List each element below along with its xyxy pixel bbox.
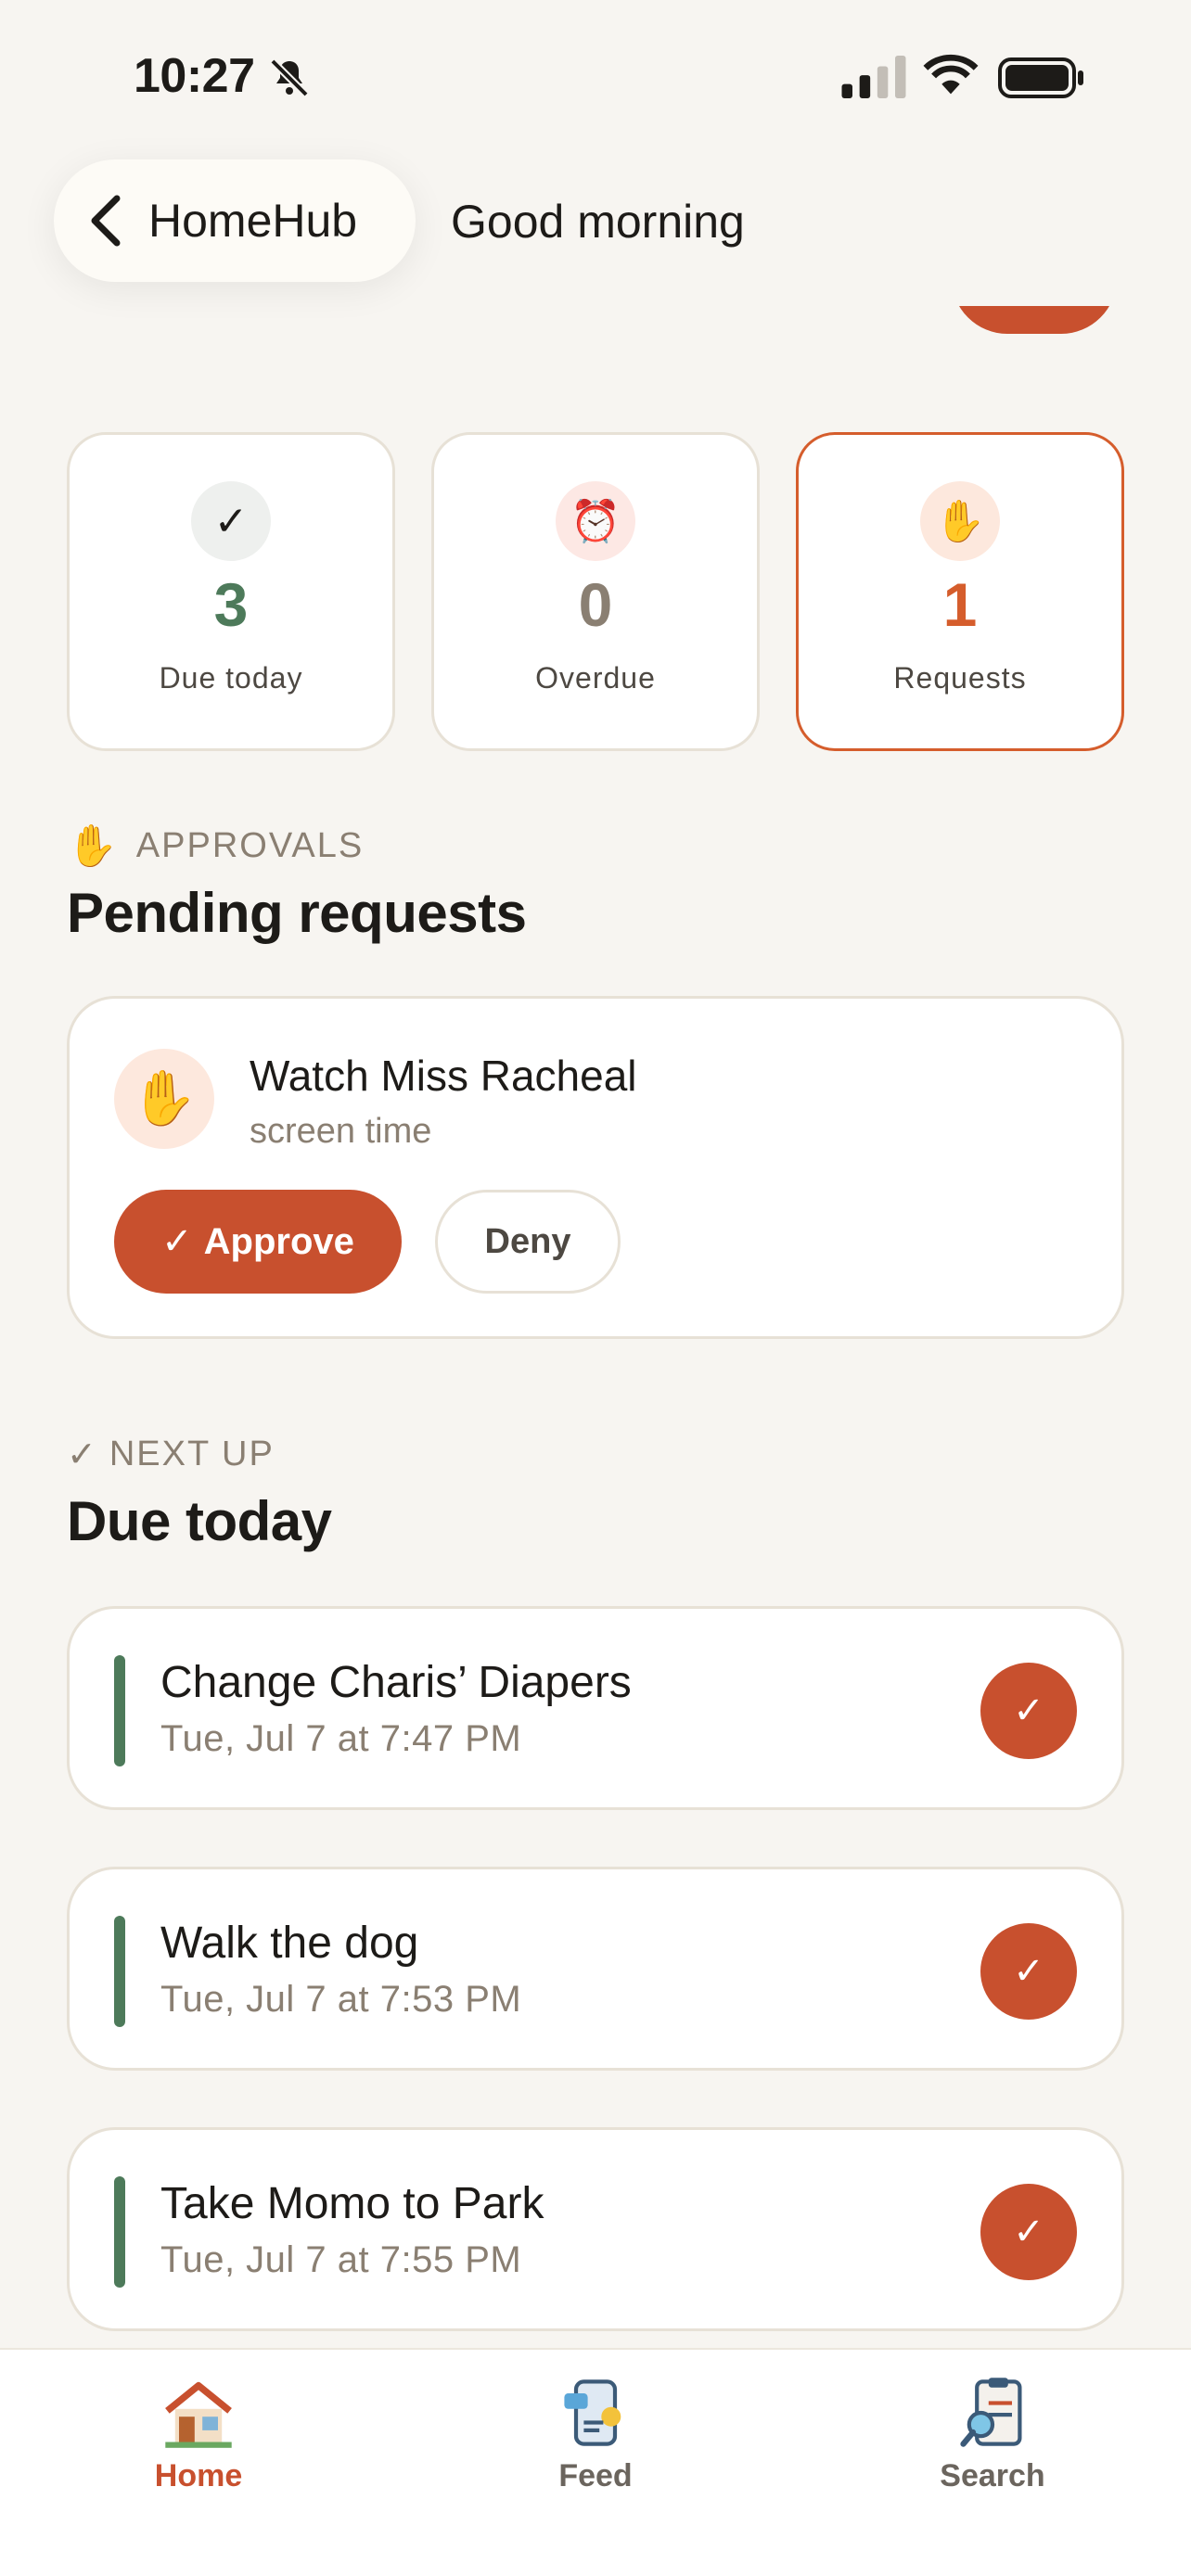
page-title: Good morning: [451, 196, 745, 248]
task-card[interactable]: Take Momo to Park Tue, Jul 7 at 7:55 PM …: [67, 2127, 1124, 2331]
next-up-eyebrow: ✓ NEXT UP: [67, 1434, 275, 1475]
task-accent-bar: [114, 2176, 125, 2288]
request-title: Watch Miss Racheal: [250, 1052, 637, 1100]
stat-value: 3: [213, 570, 249, 639]
bell-muted-icon: [270, 58, 309, 97]
task-title: Take Momo to Park: [160, 2179, 544, 2228]
tab-bar: Home Feed Search: [0, 2348, 1191, 2576]
task-title: Change Charis’ Diapers: [160, 1658, 632, 1707]
tab-label: Feed: [558, 2458, 633, 2493]
task-card[interactable]: Walk the dog Tue, Jul 7 at 7:53 PM ✓: [67, 1867, 1124, 2071]
deny-button[interactable]: Deny: [435, 1190, 621, 1294]
home-screen: 10:27 HomeHub Good morning ✓ 3 Due today: [0, 0, 1191, 2576]
stat-value: 0: [578, 570, 613, 639]
feed-phone-icon: [564, 2379, 621, 2446]
section-title-due-today: Due today: [67, 1490, 332, 1552]
task-time: Tue, Jul 7 at 7:53 PM: [160, 1979, 522, 2020]
task-accent-bar: [114, 1916, 125, 2027]
stat-label: Requests: [893, 661, 1027, 695]
approve-button[interactable]: ✓ Approve: [114, 1190, 402, 1294]
search-clipboard-icon: [960, 2378, 1022, 2447]
checkmark-icon: ✓: [67, 1435, 98, 1474]
raised-hand-icon: ✋: [114, 1049, 214, 1149]
stat-value: 1: [942, 570, 978, 639]
approvals-eyebrow: ✋ APPROVALS: [67, 822, 364, 870]
complete-task-button[interactable]: ✓: [980, 2184, 1077, 2280]
alarm-clock-icon: ⏰: [556, 481, 635, 561]
cellular-signal-icon: [841, 56, 906, 98]
battery-icon: [998, 57, 1083, 98]
tab-home[interactable]: Home: [96, 2374, 301, 2494]
checkmark-icon: ✓: [161, 1221, 193, 1262]
tab-label: Home: [154, 2458, 243, 2493]
stat-card-requests[interactable]: ✋ 1 Requests: [796, 432, 1124, 751]
back-button[interactable]: HomeHub: [54, 159, 416, 282]
task-time: Tue, Jul 7 at 7:47 PM: [160, 1718, 522, 1759]
stat-card-overdue[interactable]: ⏰ 0 Overdue: [431, 432, 760, 751]
raised-hand-icon: ✋: [67, 823, 120, 869]
eyebrow-label: NEXT UP: [109, 1435, 275, 1473]
wifi-icon: [923, 54, 979, 95]
back-button-label: HomeHub: [148, 195, 358, 247]
complete-task-button[interactable]: ✓: [980, 1923, 1077, 2020]
section-title-pending-requests: Pending requests: [67, 882, 527, 944]
tab-search[interactable]: Search: [890, 2374, 1095, 2494]
raised-hand-icon: ✋: [920, 481, 1000, 561]
complete-task-button[interactable]: ✓: [980, 1663, 1077, 1759]
tab-label: Search: [940, 2458, 1045, 2493]
stat-card-due-today[interactable]: ✓ 3 Due today: [67, 432, 395, 751]
approve-label: Approve: [203, 1220, 354, 1262]
task-title: Walk the dog: [160, 1919, 419, 1968]
task-card[interactable]: Change Charis’ Diapers Tue, Jul 7 at 7:4…: [67, 1606, 1124, 1810]
request-subtitle: screen time: [250, 1112, 432, 1151]
stat-label: Overdue: [535, 661, 656, 695]
house-icon: [165, 2381, 232, 2448]
tab-feed[interactable]: Feed: [493, 2374, 698, 2494]
checkmark-icon: ✓: [191, 481, 271, 561]
status-time: 10:27: [134, 49, 255, 103]
eyebrow-label: APPROVALS: [135, 825, 365, 865]
chevron-left-icon: [91, 195, 121, 247]
task-time: Tue, Jul 7 at 7:55 PM: [160, 2239, 522, 2280]
stat-label: Due today: [159, 661, 303, 695]
task-accent-bar: [114, 1655, 125, 1766]
partially-hidden-button[interactable]: [952, 306, 1117, 334]
request-card: ✋ Watch Miss Racheal screen time ✓ Appro…: [67, 996, 1124, 1339]
